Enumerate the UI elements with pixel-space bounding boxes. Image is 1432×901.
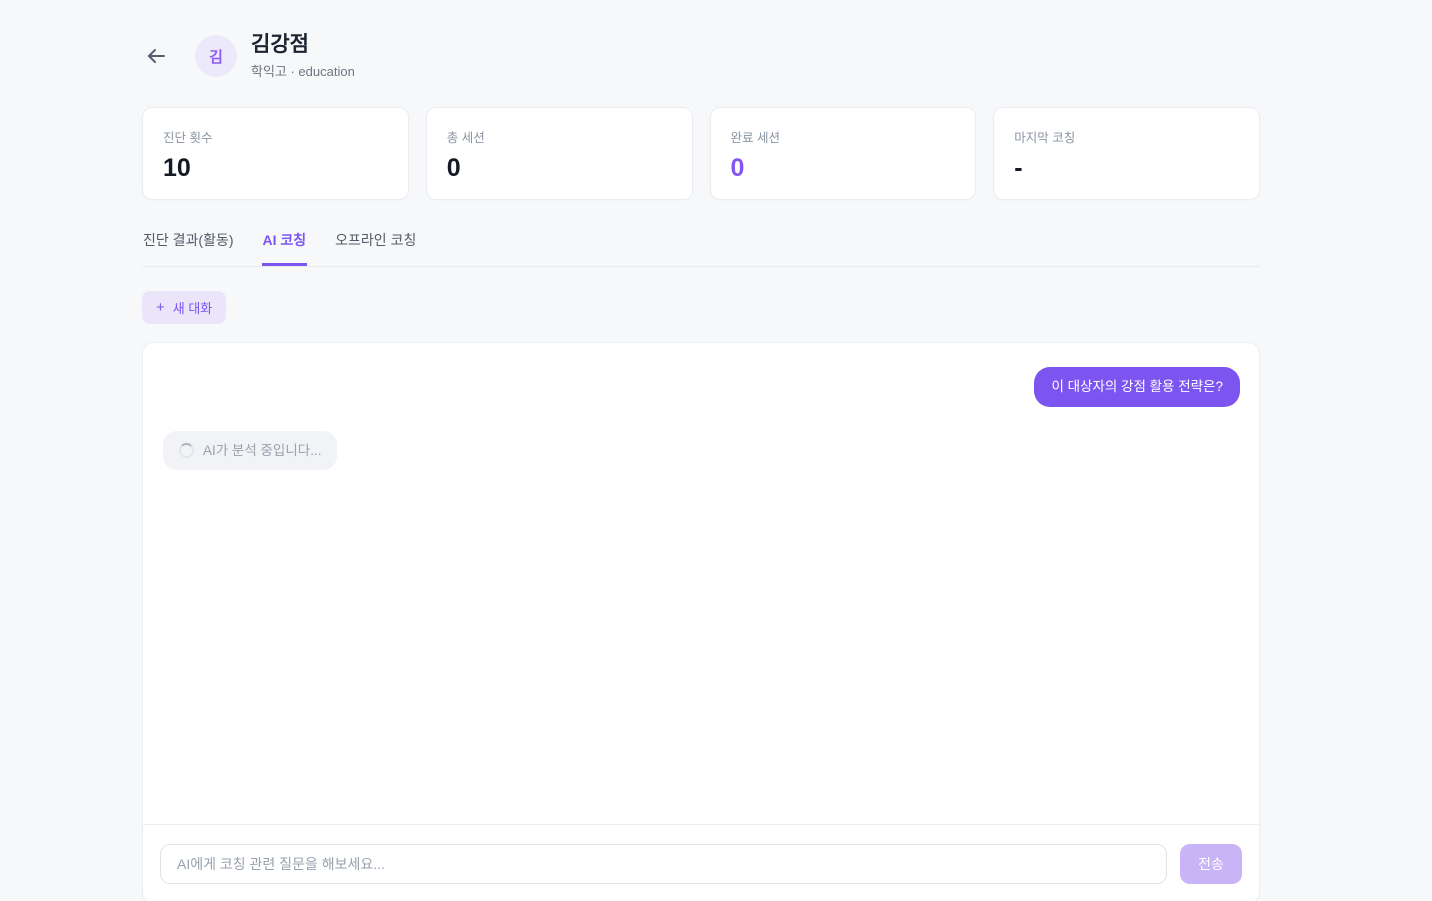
avatar: 김 <box>195 35 237 77</box>
stat-label: 마지막 코칭 <box>1014 127 1239 146</box>
profile-subtitle: 학익고 · education <box>251 61 355 80</box>
ai-loading-text: AI가 분석 중입니다... <box>203 442 321 460</box>
stat-card-total-sessions: 총 세션 0 <box>426 107 693 200</box>
new-chat-label: 새 대화 <box>173 298 213 317</box>
loading-spinner-icon <box>179 443 194 458</box>
stat-value: - <box>1014 154 1239 183</box>
chat-input-row: 전송 <box>143 824 1259 901</box>
chat-messages: 이 대상자의 강점 활용 전략은? AI가 분석 중입니다... <box>143 343 1259 824</box>
tab-diagnosis-results[interactable]: 진단 결과(활동) <box>142 230 235 266</box>
tab-offline-coaching[interactable]: 오프라인 코칭 <box>334 230 417 266</box>
name-block: 김강점 학익고 · education <box>251 32 355 80</box>
plus-icon: + <box>156 300 165 315</box>
user-message-bubble: 이 대상자의 강점 활용 전략은? <box>1034 367 1240 407</box>
toolbar: + 새 대화 <box>142 291 1260 324</box>
stat-label: 총 세션 <box>447 127 672 146</box>
stat-card-diagnosis-count: 진단 횟수 10 <box>142 107 409 200</box>
stats-row: 진단 횟수 10 총 세션 0 완료 세션 0 마지막 코칭 - <box>142 107 1260 200</box>
stat-value: 0 <box>447 154 672 183</box>
stat-value: 0 <box>731 154 956 183</box>
stat-value: 10 <box>163 154 388 183</box>
stat-label: 완료 세션 <box>731 127 956 146</box>
stat-card-completed-sessions: 완료 세션 0 <box>710 107 977 200</box>
chat-panel: 이 대상자의 강점 활용 전략은? AI가 분석 중입니다... 전송 <box>142 342 1260 901</box>
tab-ai-coaching[interactable]: AI 코칭 <box>262 230 308 266</box>
stat-card-last-coaching: 마지막 코칭 - <box>993 107 1260 200</box>
arrow-left-icon <box>144 44 168 68</box>
new-chat-button[interactable]: + 새 대화 <box>142 291 226 324</box>
stat-label: 진단 횟수 <box>163 127 388 146</box>
profile-header: 김 김강점 학익고 · education <box>142 32 1260 80</box>
send-button[interactable]: 전송 <box>1180 844 1242 884</box>
tab-bar: 진단 결과(활동) AI 코칭 오프라인 코칭 <box>142 230 1260 267</box>
avatar-initial: 김 <box>209 46 223 67</box>
page-container: 김 김강점 학익고 · education 진단 횟수 10 총 세션 0 완료… <box>142 0 1260 901</box>
back-button[interactable] <box>142 42 170 70</box>
chat-input[interactable] <box>160 844 1167 884</box>
page-title: 김강점 <box>251 32 355 57</box>
ai-loading-bubble: AI가 분석 중입니다... <box>163 431 337 471</box>
